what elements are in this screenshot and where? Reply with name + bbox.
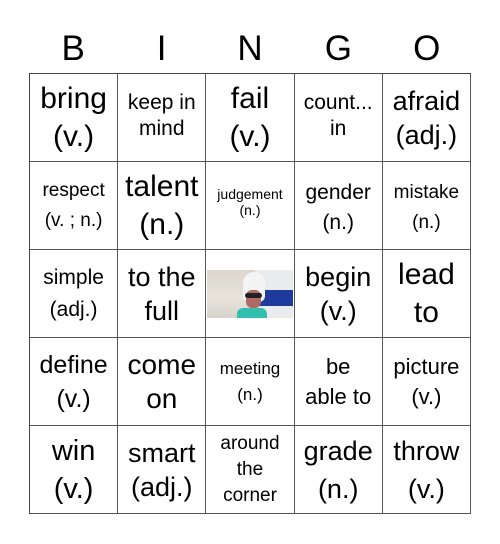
cell-text: simple (adj.) xyxy=(43,265,104,321)
header-letter-b: B xyxy=(61,29,85,68)
cell-text: around the corner xyxy=(220,432,280,506)
bingo-cell[interactable]: mistake (n.) xyxy=(382,162,471,250)
cell-text: talent (n.) xyxy=(125,169,199,241)
cell-text: be able to xyxy=(305,353,372,409)
bingo-cell[interactable]: fail (v.) xyxy=(206,74,295,162)
bingo-cell[interactable]: define (v.) xyxy=(30,338,119,426)
bingo-cell[interactable]: meeting (n.) xyxy=(206,338,295,426)
bingo-cell[interactable]: begin (v.) xyxy=(294,250,383,338)
cell-text: mistake (n.) xyxy=(393,182,460,233)
cell-text: meeting (n.) xyxy=(219,359,281,404)
cell-text: picture (v.) xyxy=(393,353,460,409)
cell-text: to the full xyxy=(128,261,196,326)
bingo-cell[interactable]: grade (n.) xyxy=(294,426,383,514)
cell-text: win (v.) xyxy=(51,434,96,505)
bingo-cell[interactable]: picture (v.) xyxy=(382,338,471,426)
cell-text: keep in mind xyxy=(127,91,196,140)
bingo-cell[interactable]: around the corner xyxy=(206,426,295,514)
bingo-cell[interactable]: afraid (adj.) xyxy=(382,74,471,162)
cell-text: afraid (adj.) xyxy=(392,85,461,150)
free-space-cell[interactable] xyxy=(206,250,295,338)
cell-text: respect (v. ; n.) xyxy=(42,179,105,231)
bingo-cell[interactable]: be able to xyxy=(294,338,383,426)
cell-text: smart (adj.) xyxy=(128,437,196,502)
header-letter-i: I xyxy=(156,29,167,68)
cell-text: bring (v.) xyxy=(40,81,107,153)
cell-text: come on xyxy=(127,348,197,414)
bingo-cell[interactable]: gender (n.) xyxy=(294,162,383,250)
bingo-cell[interactable]: come on xyxy=(118,338,207,426)
cell-text: begin (v.) xyxy=(305,261,372,326)
cell-text: throw (v.) xyxy=(393,435,460,504)
cell-text: grade (n.) xyxy=(303,435,373,504)
cell-text: judgement (n.) xyxy=(217,186,283,218)
header-letter-g: G xyxy=(324,29,352,68)
cell-text: count... in xyxy=(303,91,373,140)
bingo-cell[interactable]: simple (adj.) xyxy=(30,250,119,338)
bingo-cell[interactable]: talent (n.) xyxy=(118,162,207,250)
cell-text: fail (v.) xyxy=(229,81,271,153)
bingo-cell[interactable]: respect (v. ; n.) xyxy=(30,162,119,250)
bingo-cell[interactable]: count... in xyxy=(294,74,383,162)
cell-text: define (v.) xyxy=(39,350,108,413)
bingo-board: bring (v.) keep in mind fail (v.) count.… xyxy=(29,73,471,514)
bingo-cell[interactable]: win (v.) xyxy=(30,426,119,514)
bingo-cell[interactable]: to the full xyxy=(118,250,207,338)
bingo-cell[interactable]: throw (v.) xyxy=(382,426,471,514)
bingo-header: B I N G O xyxy=(29,26,471,72)
header-letter-o: O xyxy=(413,29,441,68)
header-letter-n: N xyxy=(237,29,263,68)
bingo-cell[interactable]: lead to xyxy=(382,250,471,338)
bingo-cell[interactable]: smart (adj.) xyxy=(118,426,207,514)
bingo-cell[interactable]: judgement (n.) xyxy=(206,162,295,250)
bingo-cell[interactable]: keep in mind xyxy=(118,74,207,162)
free-space-photo xyxy=(207,269,293,318)
cell-text: gender (n.) xyxy=(305,181,371,234)
bingo-cell[interactable]: bring (v.) xyxy=(30,74,119,162)
cell-text: lead to xyxy=(398,257,455,329)
